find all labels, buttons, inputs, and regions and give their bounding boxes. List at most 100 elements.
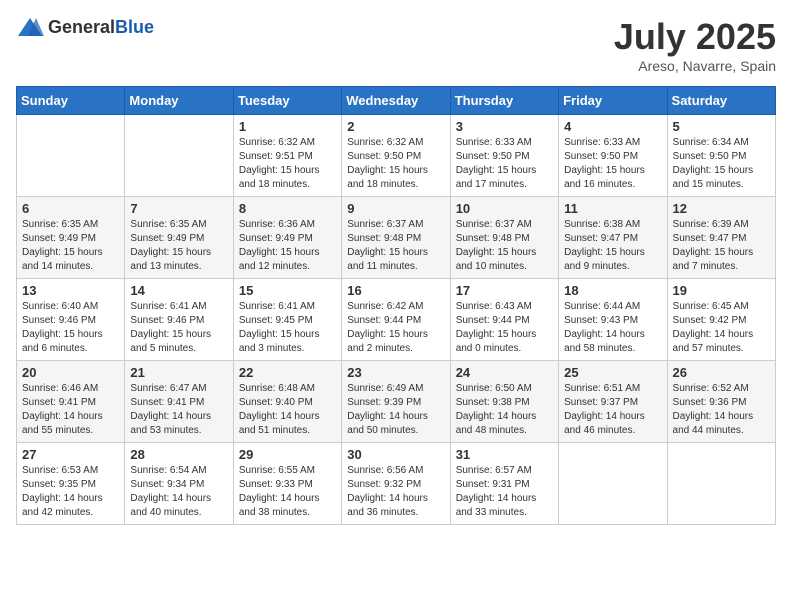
cell-content: Sunrise: 6:42 AMSunset: 9:44 PMDaylight:… <box>347 300 444 356</box>
calendar-cell: 20 Sunrise: 6:46 AMSunset: 9:41 PMDayligh… <box>17 361 125 443</box>
cell-content: Sunrise: 6:32 AMSunset: 9:51 PMDaylight:… <box>239 136 336 192</box>
calendar-cell: 22Sunrise: 6:48 AMSunset: 9:40 PMDayligh… <box>233 361 341 443</box>
cell-content: Sunrise: 6:54 AMSunset: 9:34 PMDaylight:… <box>130 464 227 520</box>
calendar-cell: 11 Sunrise: 6:38 AMSunset: 9:47 PMDayligh… <box>559 197 667 279</box>
calendar-body: 1 Sunrise: 6:32 AMSunset: 9:51 PMDaylight… <box>17 115 776 525</box>
day-number: 8 <box>239 201 336 216</box>
day-number: 17 <box>456 283 553 298</box>
day-number: 15 <box>239 283 336 298</box>
weekday-friday: Friday <box>559 87 667 115</box>
location-title: Areso, Navarre, Spain <box>614 58 776 74</box>
day-number: 2 <box>347 119 444 134</box>
calendar-cell: 2 Sunrise: 6:32 AMSunset: 9:50 PMDaylight… <box>342 115 450 197</box>
cell-content: Sunrise: 6:52 AMSunset: 9:36 PMDaylight:… <box>673 382 770 438</box>
calendar-cell: 9 Sunrise: 6:37 AMSunset: 9:48 PMDaylight… <box>342 197 450 279</box>
day-number: 26 <box>673 365 770 380</box>
cell-content: Sunrise: 6:50 AMSunset: 9:38 PMDaylight:… <box>456 382 553 438</box>
day-number: 14 <box>130 283 227 298</box>
calendar-cell: 30Sunrise: 6:56 AMSunset: 9:32 PMDayligh… <box>342 443 450 525</box>
weekday-monday: Monday <box>125 87 233 115</box>
calendar-cell: 8 Sunrise: 6:36 AMSunset: 9:49 PMDaylight… <box>233 197 341 279</box>
day-number: 11 <box>564 201 661 216</box>
calendar-cell: 29 Sunrise: 6:55 AMSunset: 9:33 PMDayligh… <box>233 443 341 525</box>
day-number: 19 <box>673 283 770 298</box>
day-number: 29 <box>239 447 336 462</box>
cell-content: Sunrise: 6:51 AMSunset: 9:37 PMDaylight:… <box>564 382 661 438</box>
calendar-cell: 3 Sunrise: 6:33 AMSunset: 9:50 PMDaylight… <box>450 115 558 197</box>
day-number: 22 <box>239 365 336 380</box>
cell-content: Sunrise: 6:32 AMSunset: 9:50 PMDaylight:… <box>347 136 444 192</box>
cell-content: Sunrise: 6:36 AMSunset: 9:49 PMDaylight:… <box>239 218 336 274</box>
calendar-cell: 26 Sunrise: 6:52 AMSunset: 9:36 PMDayligh… <box>667 361 775 443</box>
day-number: 5 <box>673 119 770 134</box>
cell-content: Sunrise: 6:37 AMSunset: 9:48 PMDaylight:… <box>347 218 444 274</box>
calendar-cell: 23 Sunrise: 6:49 AMSunset: 9:39 PMDayligh… <box>342 361 450 443</box>
day-number: 9 <box>347 201 444 216</box>
cell-content: Sunrise: 6:37 AMSunset: 9:48 PMDaylight:… <box>456 218 553 274</box>
cell-content: Sunrise: 6:53 AMSunset: 9:35 PMDaylight:… <box>22 464 119 520</box>
calendar-cell: 10 Sunrise: 6:37 AMSunset: 9:48 PMDayligh… <box>450 197 558 279</box>
day-number: 7 <box>130 201 227 216</box>
day-number: 30 <box>347 447 444 462</box>
week-row-5: 27 Sunrise: 6:53 AMSunset: 9:35 PMDayligh… <box>17 443 776 525</box>
day-number: 4 <box>564 119 661 134</box>
calendar-cell: 18 Sunrise: 6:44 AMSunset: 9:43 PMDayligh… <box>559 279 667 361</box>
day-number: 20 <box>22 365 119 380</box>
logo-text-blue: Blue <box>115 17 154 37</box>
calendar-cell: 6Sunrise: 6:35 AMSunset: 9:49 PMDaylight… <box>17 197 125 279</box>
title-area: July 2025 Areso, Navarre, Spain <box>614 16 776 74</box>
week-row-1: 1 Sunrise: 6:32 AMSunset: 9:51 PMDaylight… <box>17 115 776 197</box>
logo-text-general: General <box>48 17 115 37</box>
day-number: 6 <box>22 201 119 216</box>
header: GeneralBlue July 2025 Areso, Navarre, Sp… <box>16 16 776 74</box>
calendar-cell: 17Sunrise: 6:43 AMSunset: 9:44 PMDayligh… <box>450 279 558 361</box>
calendar-cell <box>559 443 667 525</box>
calendar-cell: 25Sunrise: 6:51 AMSunset: 9:37 PMDayligh… <box>559 361 667 443</box>
day-number: 27 <box>22 447 119 462</box>
cell-content: Sunrise: 6:40 AMSunset: 9:46 PMDaylight:… <box>22 300 119 356</box>
week-row-2: 6 Sunrise: 6:35 AMSunset: 9:49 PMDaylight… <box>17 197 776 279</box>
weekday-sunday: Sunday <box>17 87 125 115</box>
logo: GeneralBlue <box>16 16 154 38</box>
cell-content: Sunrise: 6:41 AMSunset: 9:45 PMDaylight:… <box>239 300 336 356</box>
calendar-cell: 16 Sunrise: 6:42 AMSunset: 9:44 PMDayligh… <box>342 279 450 361</box>
weekday-wednesday: Wednesday <box>342 87 450 115</box>
cell-content: Sunrise: 6:57 AMSunset: 9:31 PMDaylight:… <box>456 464 553 520</box>
calendar: SundayMondayTuesdayWednesdayThursdayFrid… <box>16 86 776 525</box>
calendar-cell: 27 Sunrise: 6:53 AMSunset: 9:35 PMDayligh… <box>17 443 125 525</box>
cell-content: Sunrise: 6:35 AMSunset: 9:49 PMDaylight:… <box>130 218 227 274</box>
weekday-saturday: Saturday <box>667 87 775 115</box>
cell-content: Sunrise: 6:38 AMSunset: 9:47 PMDaylight:… <box>564 218 661 274</box>
week-row-4: 20 Sunrise: 6:46 AMSunset: 9:41 PMDayligh… <box>17 361 776 443</box>
calendar-cell: 1 Sunrise: 6:32 AMSunset: 9:51 PMDaylight… <box>233 115 341 197</box>
day-number: 1 <box>239 119 336 134</box>
week-row-3: 13 Sunrise: 6:40 AMSunset: 9:46 PMDayligh… <box>17 279 776 361</box>
cell-content: Sunrise: 6:34 AMSunset: 9:50 PMDaylight:… <box>673 136 770 192</box>
calendar-cell: 24 Sunrise: 6:50 AMSunset: 9:38 PMDayligh… <box>450 361 558 443</box>
calendar-cell <box>17 115 125 197</box>
day-number: 28 <box>130 447 227 462</box>
day-number: 13 <box>22 283 119 298</box>
logo-icon <box>16 16 44 38</box>
cell-content: Sunrise: 6:33 AMSunset: 9:50 PMDaylight:… <box>564 136 661 192</box>
calendar-cell: 31Sunrise: 6:57 AMSunset: 9:31 PMDayligh… <box>450 443 558 525</box>
calendar-cell <box>667 443 775 525</box>
cell-content: Sunrise: 6:55 AMSunset: 9:33 PMDaylight:… <box>239 464 336 520</box>
day-number: 18 <box>564 283 661 298</box>
calendar-cell: 19 Sunrise: 6:45 AMSunset: 9:42 PMDayligh… <box>667 279 775 361</box>
cell-content: Sunrise: 6:46 AMSunset: 9:41 PMDaylight:… <box>22 382 119 438</box>
cell-content: Sunrise: 6:45 AMSunset: 9:42 PMDaylight:… <box>673 300 770 356</box>
cell-content: Sunrise: 6:33 AMSunset: 9:50 PMDaylight:… <box>456 136 553 192</box>
calendar-cell: 7 Sunrise: 6:35 AMSunset: 9:49 PMDaylight… <box>125 197 233 279</box>
day-number: 24 <box>456 365 553 380</box>
day-number: 23 <box>347 365 444 380</box>
cell-content: Sunrise: 6:49 AMSunset: 9:39 PMDaylight:… <box>347 382 444 438</box>
day-number: 3 <box>456 119 553 134</box>
cell-content: Sunrise: 6:41 AMSunset: 9:46 PMDaylight:… <box>130 300 227 356</box>
weekday-thursday: Thursday <box>450 87 558 115</box>
day-number: 16 <box>347 283 444 298</box>
day-number: 10 <box>456 201 553 216</box>
cell-content: Sunrise: 6:44 AMSunset: 9:43 PMDaylight:… <box>564 300 661 356</box>
calendar-cell: 12Sunrise: 6:39 AMSunset: 9:47 PMDayligh… <box>667 197 775 279</box>
day-number: 12 <box>673 201 770 216</box>
